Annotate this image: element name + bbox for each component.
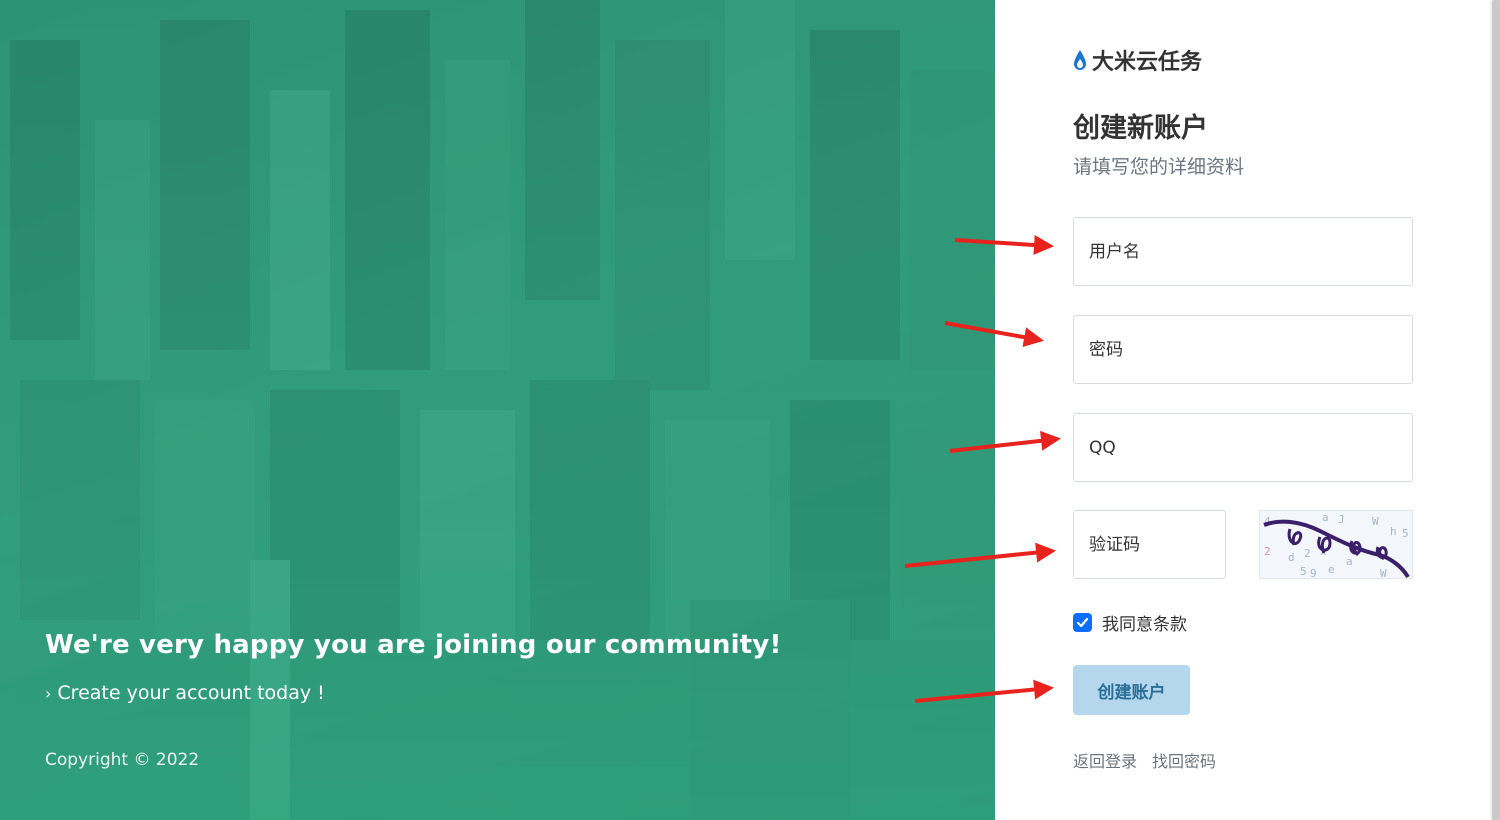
svg-text:W: W <box>1380 567 1387 579</box>
brand-name: 大米云任务 <box>1092 50 1203 75</box>
qq-input[interactable] <box>1073 413 1413 482</box>
svg-text:d: d <box>1288 551 1295 564</box>
captcha-image[interactable]: 4aJ Wh5 2d2 xa5 9eW <box>1259 510 1413 579</box>
form-title: 创建新账户 <box>1073 113 1208 144</box>
svg-text:2: 2 <box>1264 545 1271 558</box>
hero-subheading-text: Create your account today ! <box>57 682 325 704</box>
forgot-password-link[interactable]: 找回密码 <box>1152 748 1216 772</box>
svg-text:h: h <box>1390 525 1397 538</box>
brand-logo[interactable]: 大米云任务 <box>1072 44 1202 76</box>
hero-panel: We're very happy you are joining our com… <box>0 0 995 820</box>
svg-text:5: 5 <box>1402 527 1409 540</box>
create-account-button[interactable]: 创建账户 <box>1073 665 1190 715</box>
footer-links: 返回登录 找回密码 <box>1073 748 1216 772</box>
svg-text:a: a <box>1322 511 1329 524</box>
password-input[interactable] <box>1073 315 1413 384</box>
hero-subheading: › Create your account today ! <box>45 682 325 704</box>
svg-text:2: 2 <box>1304 547 1311 560</box>
chevron-right-icon: › <box>45 683 52 703</box>
agree-label[interactable]: 我同意条款 <box>1102 610 1187 635</box>
svg-text:W: W <box>1372 515 1379 528</box>
svg-text:J: J <box>1338 513 1345 526</box>
svg-text:5: 5 <box>1300 565 1307 578</box>
username-input[interactable] <box>1073 217 1413 286</box>
back-to-login-link[interactable]: 返回登录 <box>1073 748 1137 772</box>
captcha-input[interactable] <box>1073 510 1226 579</box>
water-drop-icon <box>1074 50 1086 70</box>
form-subtitle: 请填写您的详细资料 <box>1073 156 1245 178</box>
agree-checkbox[interactable] <box>1073 613 1092 632</box>
scrollbar-thumb[interactable] <box>1492 0 1500 820</box>
register-panel <box>995 0 1490 820</box>
agree-terms[interactable]: 我同意条款 <box>1073 610 1187 635</box>
svg-text:e: e <box>1328 563 1335 576</box>
copyright-text: Copyright © 2022 <box>45 750 200 770</box>
checkmark-icon <box>1076 617 1089 628</box>
hero-heading: We're very happy you are joining our com… <box>45 630 782 660</box>
svg-text:a: a <box>1346 555 1353 568</box>
svg-text:9: 9 <box>1310 567 1317 579</box>
